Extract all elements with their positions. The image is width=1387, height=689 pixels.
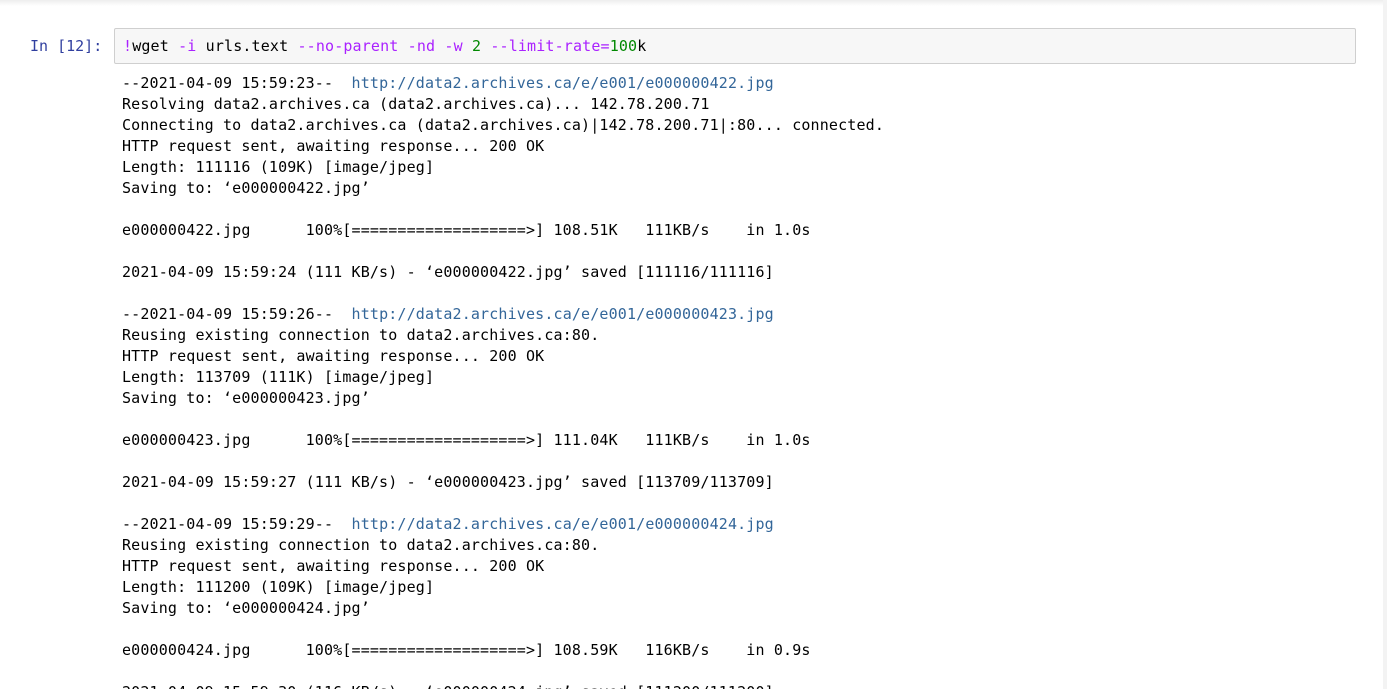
cell-output: --2021-04-09 15:59:23-- http://data2.arc… <box>122 73 1352 689</box>
download-url-link[interactable]: http://data2.archives.ca/e/e001/e0000004… <box>352 74 774 92</box>
output-line: Saving to: ‘e000000423.jpg’ <box>122 389 370 407</box>
equals-sign: = <box>600 37 610 55</box>
option-no-parent: --no-parent <box>297 37 399 55</box>
output-line: --2021-04-09 15:59:29-- http://data2.arc… <box>122 514 1352 535</box>
output-line: --2021-04-09 15:59:26-- http://data2.arc… <box>122 304 1352 325</box>
output-line: Saving to: ‘e000000422.jpg’ <box>122 179 370 197</box>
output-line: e000000424.jpg 100%[===================>… <box>122 641 811 659</box>
output-line: --2021-04-09 15:59:23-- http://data2.arc… <box>122 73 1352 94</box>
output-line: Connecting to data2.archives.ca (data2.a… <box>122 116 885 134</box>
output-line: e000000422.jpg 100%[===================>… <box>122 221 811 239</box>
code-cell-input[interactable]: !wget -i urls.text --no-parent -nd -w 2 … <box>114 28 1356 64</box>
rate-number: 100 <box>609 37 638 55</box>
output-line: Reusing existing connection to data2.arc… <box>122 536 600 554</box>
wait-value: 2 <box>471 37 482 55</box>
output-line: 2021-04-09 15:59:24 (111 KB/s) - ‘e00000… <box>122 263 774 281</box>
output-line: HTTP request sent, awaiting response... … <box>122 347 545 365</box>
shell-bang: ! <box>123 37 133 55</box>
option-w: -w <box>444 37 463 55</box>
output-line: Length: 111116 (109K) [image/jpeg] <box>122 158 435 176</box>
output-line: 2021-04-09 15:59:30 (116 KB/s) - ‘e00000… <box>122 682 1352 689</box>
timestamp-prefix: --2021-04-09 15:59:23-- <box>122 74 352 92</box>
option-nd: -nd <box>407 37 436 55</box>
output-line: Resolving data2.archives.ca (data2.archi… <box>122 95 710 113</box>
rate-unit: k <box>637 37 647 55</box>
download-url-link[interactable]: http://data2.archives.ca/e/e001/e0000004… <box>352 305 774 323</box>
option-limit-rate: --limit-rate <box>490 37 601 55</box>
timestamp-prefix: --2021-04-09 15:59:29-- <box>122 515 352 533</box>
output-line: Length: 111200 (109K) [image/jpeg] <box>122 578 435 596</box>
code-line[interactable]: !wget -i urls.text --no-parent -nd -w 2 … <box>123 35 646 57</box>
timestamp-prefix: --2021-04-09 15:59:26-- <box>122 305 352 323</box>
command-name: wget <box>132 37 179 55</box>
output-line: e000000423.jpg 100%[===================>… <box>122 431 811 449</box>
output-line: Length: 113709 (111K) [image/jpeg] <box>122 368 435 386</box>
output-line: Saving to: ‘e000000424.jpg’ <box>122 599 370 617</box>
input-file: urls.text <box>196 37 298 55</box>
output-line: 2021-04-09 15:59:27 (111 KB/s) - ‘e00000… <box>122 473 774 491</box>
output-line: HTTP request sent, awaiting response... … <box>122 557 545 575</box>
download-url-link[interactable]: http://data2.archives.ca/e/e001/e0000004… <box>352 515 774 533</box>
output-line: HTTP request sent, awaiting response... … <box>122 137 545 155</box>
output-line: Reusing existing connection to data2.arc… <box>122 326 600 344</box>
notebook-top-shadow <box>0 0 1387 6</box>
page-scrollbar[interactable] <box>1383 0 1387 689</box>
cell-prompt: In [12]: <box>30 37 103 55</box>
option-i: -i <box>178 37 197 55</box>
